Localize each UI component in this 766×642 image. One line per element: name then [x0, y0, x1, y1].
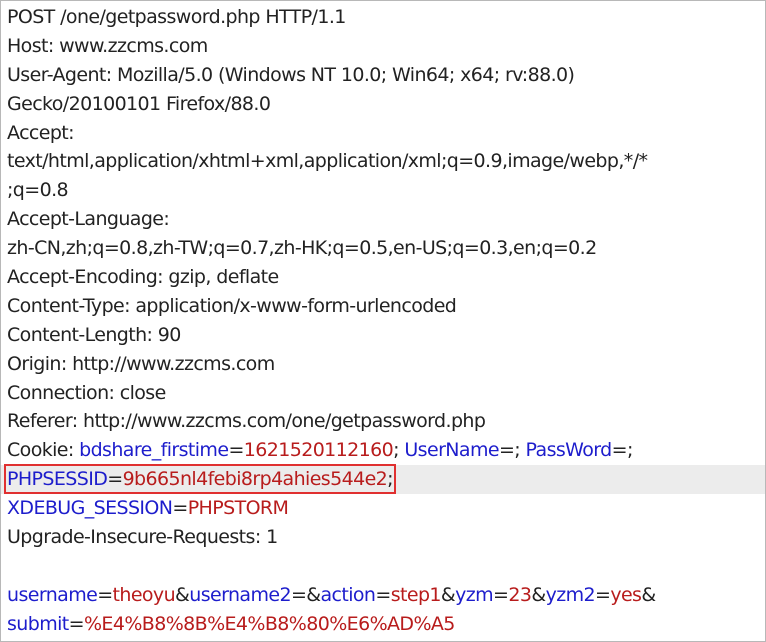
param-name-yzm2: yzm2	[545, 583, 596, 606]
param-name-username: username	[7, 583, 98, 606]
request-text: POST /one/getpassword.php HTTP/1.1 Host:…	[1, 3, 765, 639]
cookie-end: ;	[387, 468, 393, 491]
param-value-action: step1	[390, 583, 442, 606]
cookie-eq: =	[228, 439, 244, 462]
param-amp: &	[175, 583, 190, 606]
cookie-eq: =	[611, 439, 628, 462]
cookie-name-xdebug: XDEBUG_SESSION	[7, 497, 173, 520]
upgrade-insecure-text: Upgrade-Insecure-Requests: 1	[7, 526, 278, 549]
cookie-eq: =	[498, 439, 515, 462]
user-agent-header: User-Agent: Mozilla/5.0 (Windows NT 10.0…	[7, 61, 761, 90]
accept-value-cont-text: ;q=0.8	[7, 179, 69, 202]
referer-header: Referer: http://www.zzcms.com/one/getpas…	[7, 407, 761, 436]
param-name-username2: username2	[189, 583, 291, 606]
accept-header-text: Accept:	[7, 121, 75, 144]
param-amp: &	[306, 583, 321, 606]
cookie-label: Cookie:	[7, 439, 80, 462]
cookie-name-phpsessid: PHPSESSID	[7, 468, 108, 491]
host-header-text: Host: www.zzcms.com	[7, 34, 208, 57]
cookie-name-username: UserName	[404, 439, 499, 462]
param-value-yzm2: yes	[610, 583, 642, 606]
accept-language-header: Accept-Language:	[7, 205, 761, 234]
cookie-value-phpsessid: 9b665nl4febi8rp4ahies544e2	[122, 468, 388, 491]
connection-header: Connection: close	[7, 379, 761, 408]
http-request-viewer: POST /one/getpassword.php HTTP/1.1 Host:…	[0, 0, 766, 642]
cookie-end: ;	[626, 439, 633, 462]
param-name-action: action	[320, 583, 376, 606]
user-agent-cont-text: Gecko/20100101 Firefox/88.0	[7, 92, 271, 115]
cookie-header: Cookie: bdshare_firstime=1621520112160; …	[7, 436, 761, 465]
accept-encoding-header: Accept-Encoding: gzip, deflate	[7, 263, 761, 292]
param-value-submit: %E4%B8%8B%E4%B8%80%E6%AD%A5	[83, 612, 455, 635]
cookie-name-password: PassWord	[525, 439, 613, 462]
cookie-value-bdshare: 1621520112160	[243, 439, 394, 462]
content-type-header: Content-Type: application/x-www-form-url…	[7, 292, 761, 321]
content-length-header: Content-Length: 90	[7, 321, 761, 350]
cookie-eq: =	[172, 497, 188, 520]
param-eq: =	[375, 583, 391, 606]
body-params-line: username=theoyu&username2=&action=step1&…	[7, 581, 761, 610]
accept-language-value: zh-CN,zh;q=0.8,zh-TW;q=0.7,zh-HK;q=0.5,e…	[7, 234, 761, 263]
cookie-name-bdshare: bdshare_firstime	[79, 439, 229, 462]
request-line: POST /one/getpassword.php HTTP/1.1	[7, 3, 761, 32]
param-eq: =	[290, 583, 307, 606]
origin-header: Origin: http://www.zzcms.com	[7, 350, 761, 379]
param-eq: =	[493, 583, 509, 606]
cookie-sep: ;	[393, 439, 405, 462]
accept-language-text: Accept-Language:	[7, 208, 170, 231]
user-agent-header-cont: Gecko/20100101 Firefox/88.0	[7, 90, 761, 119]
param-value-yzm: 23	[508, 583, 532, 606]
param-name-submit: submit	[7, 612, 69, 635]
host-header: Host: www.zzcms.com	[7, 32, 761, 61]
upgrade-insecure-header: Upgrade-Insecure-Requests: 1	[7, 523, 761, 552]
accept-value-text: text/html,application/xhtml+xml,applicat…	[7, 150, 648, 173]
xdebug-line: XDEBUG_SESSION=PHPSTORM	[7, 494, 761, 523]
param-amp: &	[531, 583, 546, 606]
accept-header-value: text/html,application/xhtml+xml,applicat…	[7, 147, 761, 176]
param-eq: =	[68, 612, 85, 635]
cookie-sep: ;	[514, 439, 526, 462]
phpsessid-line: PHPSESSID=9b665nl4febi8rp4ahies544e2;	[1, 464, 765, 495]
body-params-line-cont: submit=%E4%B8%8B%E4%B8%80%E6%AD%A5	[7, 610, 761, 639]
accept-header-value-cont: ;q=0.8	[7, 176, 761, 205]
cookie-value-xdebug: PHPSTORM	[187, 497, 289, 520]
accept-header: Accept:	[7, 119, 761, 148]
content-type-text: Content-Type: application/x-www-form-url…	[7, 294, 457, 317]
content-length-text: Content-Length: 90	[7, 323, 181, 346]
cookie-eq: =	[107, 468, 123, 491]
phpsessid-highlight-box: PHPSESSID=9b665nl4febi8rp4ahies544e2;	[4, 464, 396, 495]
accept-language-value-text: zh-CN,zh;q=0.8,zh-TW;q=0.7,zh-HK;q=0.5,e…	[7, 237, 597, 260]
accept-encoding-text: Accept-Encoding: gzip, deflate	[7, 266, 279, 289]
origin-text: Origin: http://www.zzcms.com	[7, 352, 275, 375]
request-line-text: POST /one/getpassword.php HTTP/1.1	[7, 6, 346, 28]
user-agent-text: User-Agent: Mozilla/5.0 (Windows NT 10.0…	[7, 63, 575, 86]
referer-text: Referer: http://www.zzcms.com/one/getpas…	[7, 410, 486, 433]
param-value-username: theoyu	[112, 583, 176, 606]
param-name-yzm: yzm	[455, 583, 494, 606]
param-eq: =	[97, 583, 113, 606]
connection-text: Connection: close	[7, 381, 166, 404]
param-amp: &	[641, 583, 656, 606]
param-eq: =	[595, 583, 611, 606]
param-amp: &	[440, 583, 456, 606]
